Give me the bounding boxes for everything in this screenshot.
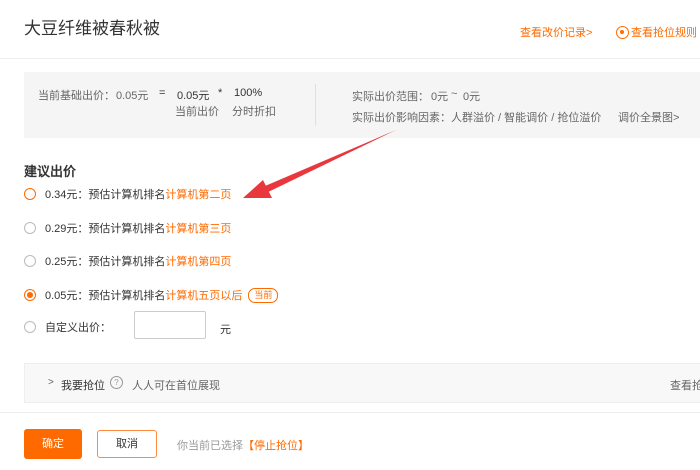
bid-option-desc: 预估计算机排名 [88,256,166,268]
base-price-value: 0.05元 [116,90,149,102]
bid-option-price: 0.25元： [45,256,89,268]
dialog-title: 大豆纤维被春秋被 [24,19,160,38]
bid-option-rank: 计算机五页以后 [165,290,243,302]
expand-chevron-icon[interactable]: > [48,377,54,388]
view-snag-rules-link[interactable]: 查看抢位规则 [616,24,697,40]
bid-info-panel [24,72,700,138]
footer-status-value: 【停止抢位】 [243,440,309,452]
confirm-button[interactable]: 确定 [24,429,82,459]
snag-position-desc: 人人可在首位展现 [132,380,220,392]
custom-bid-input[interactable] [134,311,206,339]
bid-option-desc: 预估计算机排名 [88,189,166,201]
price-overview-link[interactable]: 调价全景图> [618,109,679,125]
bid-option-1[interactable]: 0.34元： 预估计算机排名 计算机第二页 [24,185,231,203]
time-discount-caption: 分时折扣 [232,106,276,118]
radio-icon[interactable] [24,321,36,333]
custom-bid-label: 自定义出价： [45,322,111,334]
footer-divider [0,412,700,413]
bid-option-desc: 预估计算机排名 [88,223,166,235]
footer-status-text: 你当前已选择 [177,440,243,452]
custom-bid-unit: 元 [220,324,231,336]
bid-option-3[interactable]: 0.25元： 预估计算机排名 计算机第四页 [24,252,231,270]
radio-icon[interactable] [24,188,36,200]
info-divider [315,84,316,126]
radio-icon[interactable] [24,255,36,267]
snag-position-panel[interactable] [24,363,700,403]
bid-option-price: 0.34元： [45,189,89,201]
price-factors-text: 实际出价影响因素：人群溢价 / 智能调价 / 抢位溢价 [352,112,602,124]
current-bid-caption: 当前出价 [175,106,219,118]
actual-range-sep: ~ [451,88,458,100]
bid-option-4[interactable]: 0.05元： 预估计算机排名 计算机五页以后 当前 [24,286,279,304]
equals-sign: = [159,87,166,99]
custom-bid-option[interactable]: 自定义出价： [24,318,111,336]
base-price-label: 当前基础出价： [38,90,115,102]
bid-option-rank: 计算机第二页 [165,189,232,201]
snag-position-title[interactable]: 我要抢位 [61,377,105,393]
radio-checked-icon[interactable] [24,289,36,301]
footer-status: 你当前已选择【停止抢位】 [177,437,309,453]
help-icon[interactable]: ? [110,376,123,389]
bid-option-price: 0.05元： [45,290,89,302]
bid-option-desc: 预估计算机排名 [88,290,166,302]
headset-icon [616,26,629,39]
bid-option-price: 0.29元： [45,223,89,235]
view-snag-link[interactable]: 查看抢 [670,377,700,393]
current-badge: 当前 [248,287,279,303]
actual-range-label: 实际出价范围： [352,91,429,103]
time-discount-value: 100% [234,87,263,99]
current-bid-value: 0.05元 [177,90,210,102]
view-snag-rules-label: 查看抢位规则 [631,27,697,39]
suggested-bid-title: 建议出价 [24,164,77,179]
view-price-history-link[interactable]: 查看改价记录> [520,24,592,40]
cancel-button[interactable]: 取消 [97,430,157,458]
radio-icon[interactable] [24,222,36,234]
bid-option-rank: 计算机第三页 [165,223,232,235]
header-divider [0,58,700,59]
bid-option-2[interactable]: 0.29元： 预估计算机排名 计算机第三页 [24,219,231,237]
times-sign: * [218,87,223,99]
bid-option-rank: 计算机第四页 [165,256,232,268]
actual-range-to: 0元 [463,91,481,103]
actual-range-from: 0元 [431,91,449,103]
